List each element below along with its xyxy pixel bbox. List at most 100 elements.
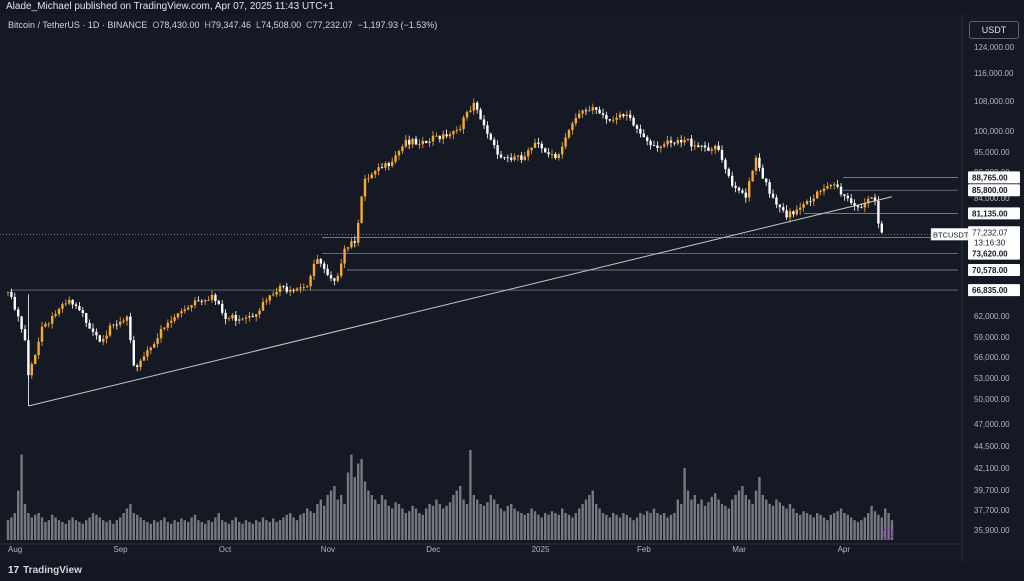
volume-bar	[214, 517, 217, 540]
volume-bar	[350, 454, 353, 540]
volume-bar	[333, 486, 336, 540]
volume-bar	[10, 517, 13, 540]
candle-body	[312, 264, 316, 277]
volume-bar	[877, 514, 880, 540]
low-value: 74,508.00	[261, 20, 302, 30]
price-axis-label: 42,100.00	[974, 464, 1010, 473]
volume-bar	[642, 514, 645, 540]
volume-bar	[445, 505, 448, 540]
volume-bar	[649, 513, 652, 540]
candle-body	[731, 175, 734, 186]
level-price-label: 81,135.00	[972, 209, 1008, 218]
candle-body	[700, 145, 703, 148]
volume-bar	[612, 513, 615, 540]
footer-bar: 17 TradingView	[0, 562, 1024, 581]
volume-bar	[306, 508, 309, 540]
price-axis-label: 62,000.00	[974, 312, 1010, 321]
candle-body	[411, 138, 414, 145]
volume-bar	[683, 468, 686, 540]
open-value: 78,430.00	[159, 20, 200, 30]
candle-body	[333, 278, 336, 281]
candle-body	[530, 147, 533, 151]
volume-bar	[513, 508, 516, 540]
candle-body	[374, 170, 377, 175]
volume-bar	[374, 499, 377, 540]
candle-body	[153, 344, 156, 348]
candle-body	[669, 140, 673, 143]
volume-bar	[765, 499, 768, 540]
candle-body	[10, 291, 13, 297]
volume-bar	[635, 517, 639, 540]
time-axis-label: Aug	[8, 545, 22, 554]
candle-body	[115, 324, 118, 326]
volume-bar	[676, 499, 679, 540]
candle-body	[91, 328, 95, 332]
chart-frame[interactable]: 124,000.00 116,000.00 108,000.00 100,000.00…	[0, 14, 1024, 562]
volume-bar	[102, 520, 105, 540]
time-axis-label: Mar	[732, 545, 746, 554]
volume-bar	[465, 504, 469, 540]
volume-bar	[734, 495, 737, 540]
volume-bar	[812, 517, 815, 540]
volume-bar	[697, 504, 700, 540]
volume-bar	[588, 495, 591, 540]
volume-bar	[282, 517, 285, 540]
volume-bar	[289, 513, 292, 540]
volume-bar	[146, 522, 149, 540]
volume-bar	[819, 514, 822, 540]
candle-body	[40, 326, 44, 342]
change-value: −1,197.93 (−1.53%)	[357, 20, 438, 30]
volume-bar	[469, 450, 472, 540]
candle-body	[435, 135, 438, 137]
volume-bar	[442, 508, 445, 540]
volume-bar	[112, 523, 115, 540]
currency-button[interactable]: USDT	[969, 21, 1019, 39]
volume-bar	[265, 520, 268, 540]
candle-body	[367, 178, 370, 180]
candle-body	[442, 134, 445, 140]
price-chart[interactable]: 124,000.00 116,000.00 108,000.00 100,000.00…	[0, 14, 1024, 562]
volume-bar	[809, 514, 812, 540]
candle-body	[605, 114, 608, 120]
tv-logo-icon: 17	[8, 565, 20, 576]
candle-body	[227, 318, 231, 320]
candle-body	[23, 329, 27, 341]
volume-bar	[166, 522, 169, 540]
high-value: 79,347.46	[210, 20, 252, 30]
candle-body	[659, 146, 662, 149]
volume-bar	[829, 514, 832, 540]
volume-bar	[346, 472, 350, 540]
candle-body	[428, 141, 431, 144]
volume-bar	[227, 523, 231, 540]
volume-bar	[669, 514, 673, 540]
volume-bar	[724, 505, 727, 540]
candle-body	[588, 110, 591, 112]
candle-body	[285, 286, 288, 292]
volume-bar	[717, 499, 720, 540]
candle-body	[615, 117, 618, 120]
volume-bar	[47, 520, 50, 540]
candle-body	[860, 207, 863, 209]
volume-bar	[431, 505, 435, 540]
volume-bar	[489, 495, 492, 540]
volume-bar	[367, 490, 370, 540]
volume-bar	[323, 505, 326, 540]
volume-bar	[34, 514, 37, 540]
candle-body	[792, 211, 795, 215]
volume-bar	[727, 508, 730, 540]
candle-body	[353, 241, 356, 243]
candle-body	[816, 191, 819, 199]
candle-body	[51, 316, 54, 324]
volume-bar	[231, 520, 234, 540]
level-price-label: 66,835.00	[972, 286, 1008, 295]
candle-body	[408, 139, 411, 145]
volume-bar	[85, 520, 88, 540]
symbol-tag-label: BTCUSDT	[933, 230, 969, 239]
volume-bar	[571, 517, 574, 540]
volume-bar	[625, 514, 628, 540]
volume-bar	[295, 520, 299, 540]
volume-bar	[523, 514, 526, 540]
volume-bar	[836, 511, 839, 540]
volume-bar	[425, 508, 428, 540]
candle-body	[639, 128, 642, 134]
